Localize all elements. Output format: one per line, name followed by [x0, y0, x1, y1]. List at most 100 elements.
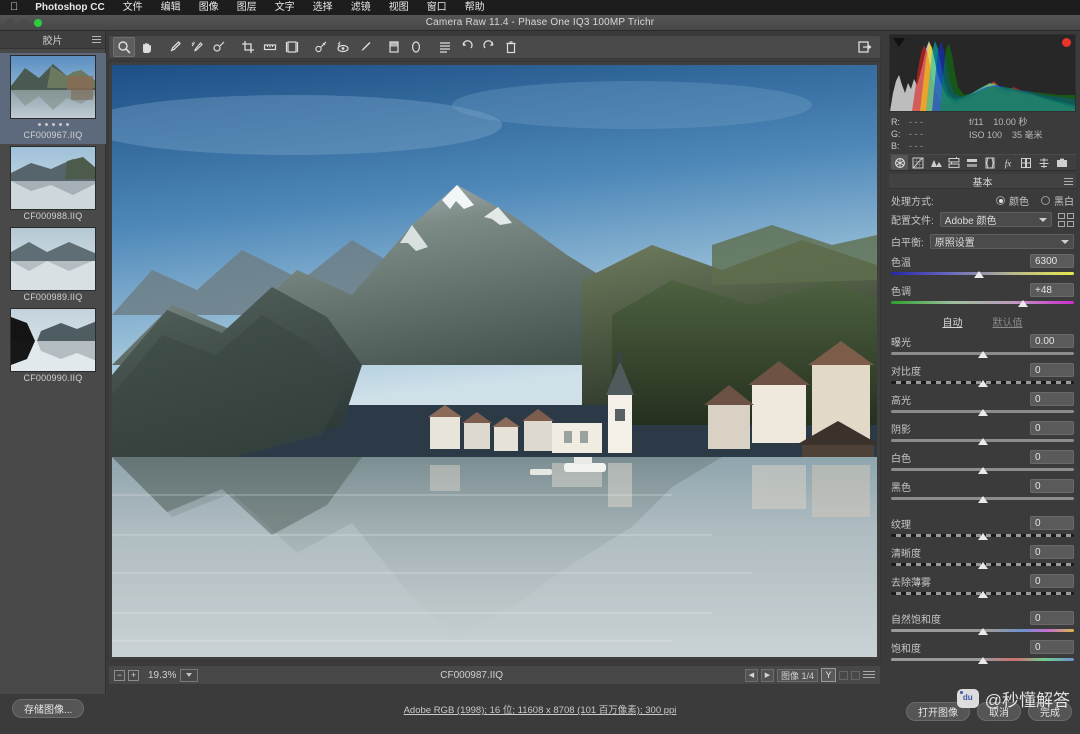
texture-knob[interactable]: [977, 533, 988, 540]
rotate-ccw-tool-icon[interactable]: [456, 37, 478, 57]
rotate-cw-tool-icon[interactable]: [478, 37, 500, 57]
close-button[interactable]: [6, 19, 14, 27]
slider-clarity[interactable]: 清晰度 0: [891, 545, 1074, 569]
tab-hsl[interactable]: [945, 155, 962, 170]
contrast-knob[interactable]: [977, 380, 988, 387]
whites-value[interactable]: 0: [1030, 450, 1074, 464]
list-item[interactable]: CF000967.IIQ: [0, 53, 106, 144]
zoom-in-button[interactable]: +: [128, 669, 139, 681]
apple-icon[interactable]: : [8, 0, 26, 15]
color-sampler-tool-icon[interactable]: [186, 37, 208, 57]
tint-value[interactable]: +48: [1030, 283, 1074, 297]
slider-vibrance[interactable]: 自然饱和度 0: [891, 611, 1074, 635]
menu-item-view[interactable]: 视图: [380, 0, 418, 15]
slider-blacks[interactable]: 黑色 0: [891, 479, 1074, 503]
list-item[interactable]: CF000990.IIQ: [0, 306, 106, 387]
texture-value[interactable]: 0: [1030, 516, 1074, 530]
highlights-knob[interactable]: [977, 409, 988, 416]
tab-effects[interactable]: fx: [999, 155, 1016, 170]
tab-presets[interactable]: [1035, 155, 1052, 170]
tint-track[interactable]: [891, 301, 1074, 304]
open-image-button[interactable]: 打开图像: [906, 702, 970, 721]
slider-highlights[interactable]: 高光 0: [891, 392, 1074, 416]
sync-toggle-button[interactable]: Y: [821, 668, 836, 682]
saturation-value[interactable]: 0: [1030, 640, 1074, 654]
zoom-level-dropdown[interactable]: [180, 668, 199, 682]
delete-tool-icon[interactable]: [500, 37, 522, 57]
saturation-knob[interactable]: [977, 657, 988, 664]
slider-exposure[interactable]: 曝光 0.00: [891, 334, 1074, 358]
menu-item-edit[interactable]: 编辑: [152, 0, 190, 15]
crop-tool-icon[interactable]: [237, 37, 259, 57]
dehaze-value[interactable]: 0: [1030, 574, 1074, 588]
slider-dehaze[interactable]: 去除薄雾 0: [891, 574, 1074, 598]
menu-item-image[interactable]: 图像: [190, 0, 228, 15]
grid-view-icon[interactable]: [851, 670, 860, 680]
red-eye-tool-icon[interactable]: [332, 37, 354, 57]
list-item[interactable]: CF000989.IIQ: [0, 225, 106, 306]
default-link[interactable]: 默认值: [993, 314, 1023, 329]
auto-link[interactable]: 自动: [943, 314, 963, 329]
tint-knob[interactable]: [1017, 300, 1028, 307]
tab-tone-curve[interactable]: [909, 155, 926, 170]
vibrance-knob[interactable]: [977, 628, 988, 635]
straighten-tool-icon[interactable]: [259, 37, 281, 57]
highlights-value[interactable]: 0: [1030, 392, 1074, 406]
white-balance-select[interactable]: 原照设置: [929, 234, 1074, 249]
slider-tint[interactable]: 色调 +48: [891, 283, 1074, 307]
adjustment-brush-tool-icon[interactable]: [354, 37, 376, 57]
menu-item-help[interactable]: 帮助: [456, 0, 494, 15]
slider-texture[interactable]: 纹理 0: [891, 516, 1074, 540]
menu-item-file[interactable]: 文件: [114, 0, 152, 15]
menubar-app-name[interactable]: Photoshop CC: [26, 0, 113, 15]
thumbnail-image[interactable]: [10, 146, 96, 210]
exposure-value[interactable]: 0.00: [1030, 334, 1074, 348]
preferences-tool-icon[interactable]: [434, 37, 456, 57]
zoom-tool-icon[interactable]: [113, 37, 135, 57]
filmstrip-view-icon[interactable]: [839, 670, 848, 680]
tab-basic[interactable]: [891, 155, 908, 170]
rating-stars[interactable]: [37, 119, 69, 129]
panel-menu-icon[interactable]: [1064, 178, 1073, 187]
white-balance-tool-icon[interactable]: [164, 37, 186, 57]
clarity-value[interactable]: 0: [1030, 545, 1074, 559]
tab-split-toning[interactable]: [963, 155, 980, 170]
radial-filter-tool-icon[interactable]: [405, 37, 427, 57]
filmstrip-options-icon[interactable]: [863, 670, 875, 680]
slider-shadows[interactable]: 阴影 0: [891, 421, 1074, 445]
exposure-knob[interactable]: [977, 351, 988, 358]
tab-detail[interactable]: [927, 155, 944, 170]
workflow-options-link[interactable]: Adobe RGB (1998); 16 位; 11608 x 8708 (10…: [404, 702, 677, 716]
fullscreen-icon[interactable]: [854, 37, 876, 57]
thumbnail-image[interactable]: [10, 55, 96, 119]
profile-select[interactable]: Adobe 颜色: [939, 212, 1052, 227]
histogram[interactable]: [889, 34, 1076, 112]
zoom-out-button[interactable]: −: [114, 669, 125, 681]
prev-image-button[interactable]: ◀: [744, 668, 758, 682]
list-item[interactable]: CF000988.IIQ: [0, 144, 106, 225]
menu-item-select[interactable]: 选择: [304, 0, 342, 15]
dehaze-knob[interactable]: [977, 591, 988, 598]
spot-removal-tool-icon[interactable]: [310, 37, 332, 57]
shadows-knob[interactable]: [977, 438, 988, 445]
temperature-knob[interactable]: [973, 271, 984, 278]
save-image-button[interactable]: 存储图像...: [12, 699, 85, 718]
graduated-filter-tool-icon[interactable]: [383, 37, 405, 57]
whites-knob[interactable]: [977, 467, 988, 474]
menu-item-layer[interactable]: 图层: [228, 0, 266, 15]
menu-item-window[interactable]: 窗口: [418, 0, 456, 15]
slider-saturation[interactable]: 饱和度 0: [891, 640, 1074, 664]
vibrance-value[interactable]: 0: [1030, 611, 1074, 625]
menu-item-filter[interactable]: 滤镜: [342, 0, 380, 15]
treatment-option-color[interactable]: 颜色: [996, 193, 1029, 208]
done-button[interactable]: 完成: [1028, 702, 1072, 721]
next-image-button[interactable]: ▶: [760, 668, 774, 682]
transform-tool-icon[interactable]: [281, 37, 303, 57]
tab-snapshots[interactable]: [1053, 155, 1070, 170]
thumbnail-image[interactable]: [10, 227, 96, 291]
blacks-knob[interactable]: [977, 496, 988, 503]
shadows-value[interactable]: 0: [1030, 421, 1074, 435]
thumbnail-image[interactable]: [10, 308, 96, 372]
menu-item-type[interactable]: 文字: [266, 0, 304, 15]
slider-whites[interactable]: 白色 0: [891, 450, 1074, 474]
